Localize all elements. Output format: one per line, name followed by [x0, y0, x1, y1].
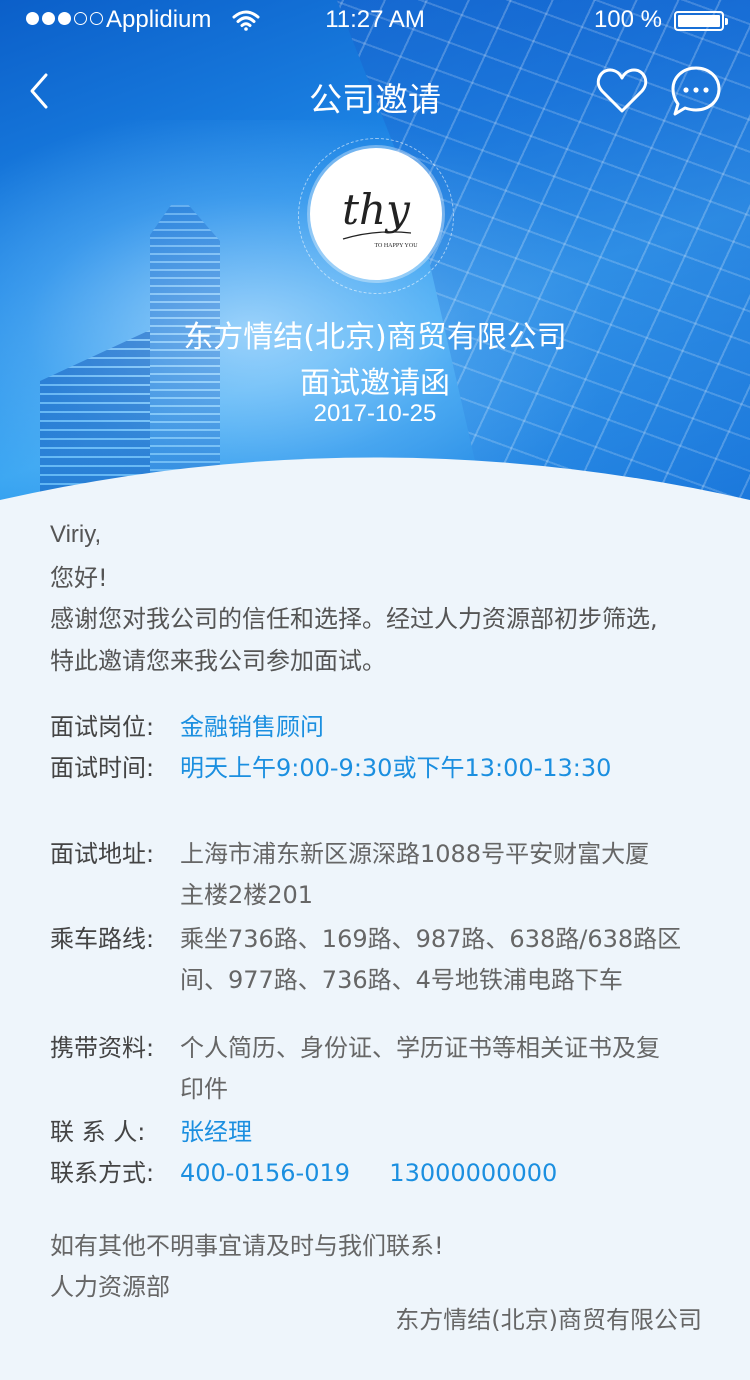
curve-divider — [0, 457, 750, 510]
phone-number-link[interactable]: 400-0156-019 — [180, 1159, 350, 1187]
invitation-title: 面试邀请函 — [300, 366, 450, 401]
status-bar: Applidium 11:27 AM 100 % — [0, 0, 750, 40]
signature-company: 东方情结(北京)商贸有限公司 — [395, 1306, 702, 1334]
materials-label: 携带资料: — [50, 1034, 155, 1062]
position-label: 面试岗位: — [50, 713, 155, 741]
header-banner: Applidium 11:27 AM 100 % 公司邀请 thy TO HAP… — [0, 0, 750, 500]
contact-value: 张经理 — [180, 1118, 252, 1146]
contact-label: 联 系 人: — [50, 1118, 146, 1146]
greeting: 您好! — [50, 564, 108, 592]
mobile-number-link[interactable]: 13000000000 — [389, 1159, 557, 1187]
recipient-name: Viriy, — [50, 521, 102, 548]
position-value: 金融销售顾问 — [180, 713, 324, 741]
intro-line: 特此邀请您来我公司参加面试。 — [50, 647, 386, 675]
address-line: 上海市浦东新区源深路1088号平安财富大厦 — [180, 840, 650, 868]
svg-text:thy: thy — [342, 185, 411, 234]
closing-note: 如有其他不明事宜请及时与我们联系! — [50, 1232, 444, 1260]
phone-label: 联系方式: — [50, 1159, 155, 1187]
address-line: 主楼2楼201 — [180, 881, 314, 909]
svg-text:TO HAPPY YOU: TO HAPPY YOU — [374, 243, 418, 249]
materials-line: 印件 — [180, 1075, 228, 1103]
chat-bubble-icon[interactable] — [670, 65, 722, 117]
company-logo: thy TO HAPPY YOU — [310, 148, 442, 280]
heart-icon[interactable] — [596, 67, 648, 115]
department-name: 人力资源部 — [50, 1273, 170, 1301]
route-line: 乘坐736路、169路、987路、638路/638路区 — [180, 925, 682, 953]
intro-paragraph: 感谢您对我公司的信任和选择。经过人力资源部初步筛选, 特此邀请您来我公司参加面试… — [50, 598, 710, 682]
phone-values: 400-0156-019 13000000000 — [180, 1153, 720, 1194]
time-value: 明天上午9:00-9:30或下午13:00-13:30 — [180, 754, 612, 782]
battery-icon — [674, 11, 728, 31]
route-line: 间、977路、736路、4号地铁浦电路下车 — [180, 966, 623, 994]
materials-line: 个人简历、身份证、学历证书等相关证书及复 — [180, 1034, 660, 1062]
battery-percent: 100 % — [593, 6, 662, 33]
address-value: 上海市浦东新区源深路1088号平安财富大厦 主楼2楼201 — [180, 834, 720, 916]
address-label: 面试地址: — [50, 840, 155, 868]
time-label: 面试时间: — [50, 754, 155, 782]
route-value: 乘坐736路、169路、987路、638路/638路区 间、977路、736路、… — [180, 919, 720, 1001]
intro-line: 感谢您对我公司的信任和选择。经过人力资源部初步筛选, — [50, 605, 658, 633]
route-label: 乘车路线: — [50, 925, 155, 953]
company-name: 东方情结(北京)商贸有限公司 — [183, 320, 567, 355]
nav-bar: 公司邀请 — [0, 55, 750, 130]
invitation-date: 2017-10-25 — [313, 400, 437, 427]
thy-logo-icon: thy TO HAPPY YOU — [342, 185, 418, 249]
materials-value: 个人简历、身份证、学历证书等相关证书及复 印件 — [180, 1028, 720, 1110]
